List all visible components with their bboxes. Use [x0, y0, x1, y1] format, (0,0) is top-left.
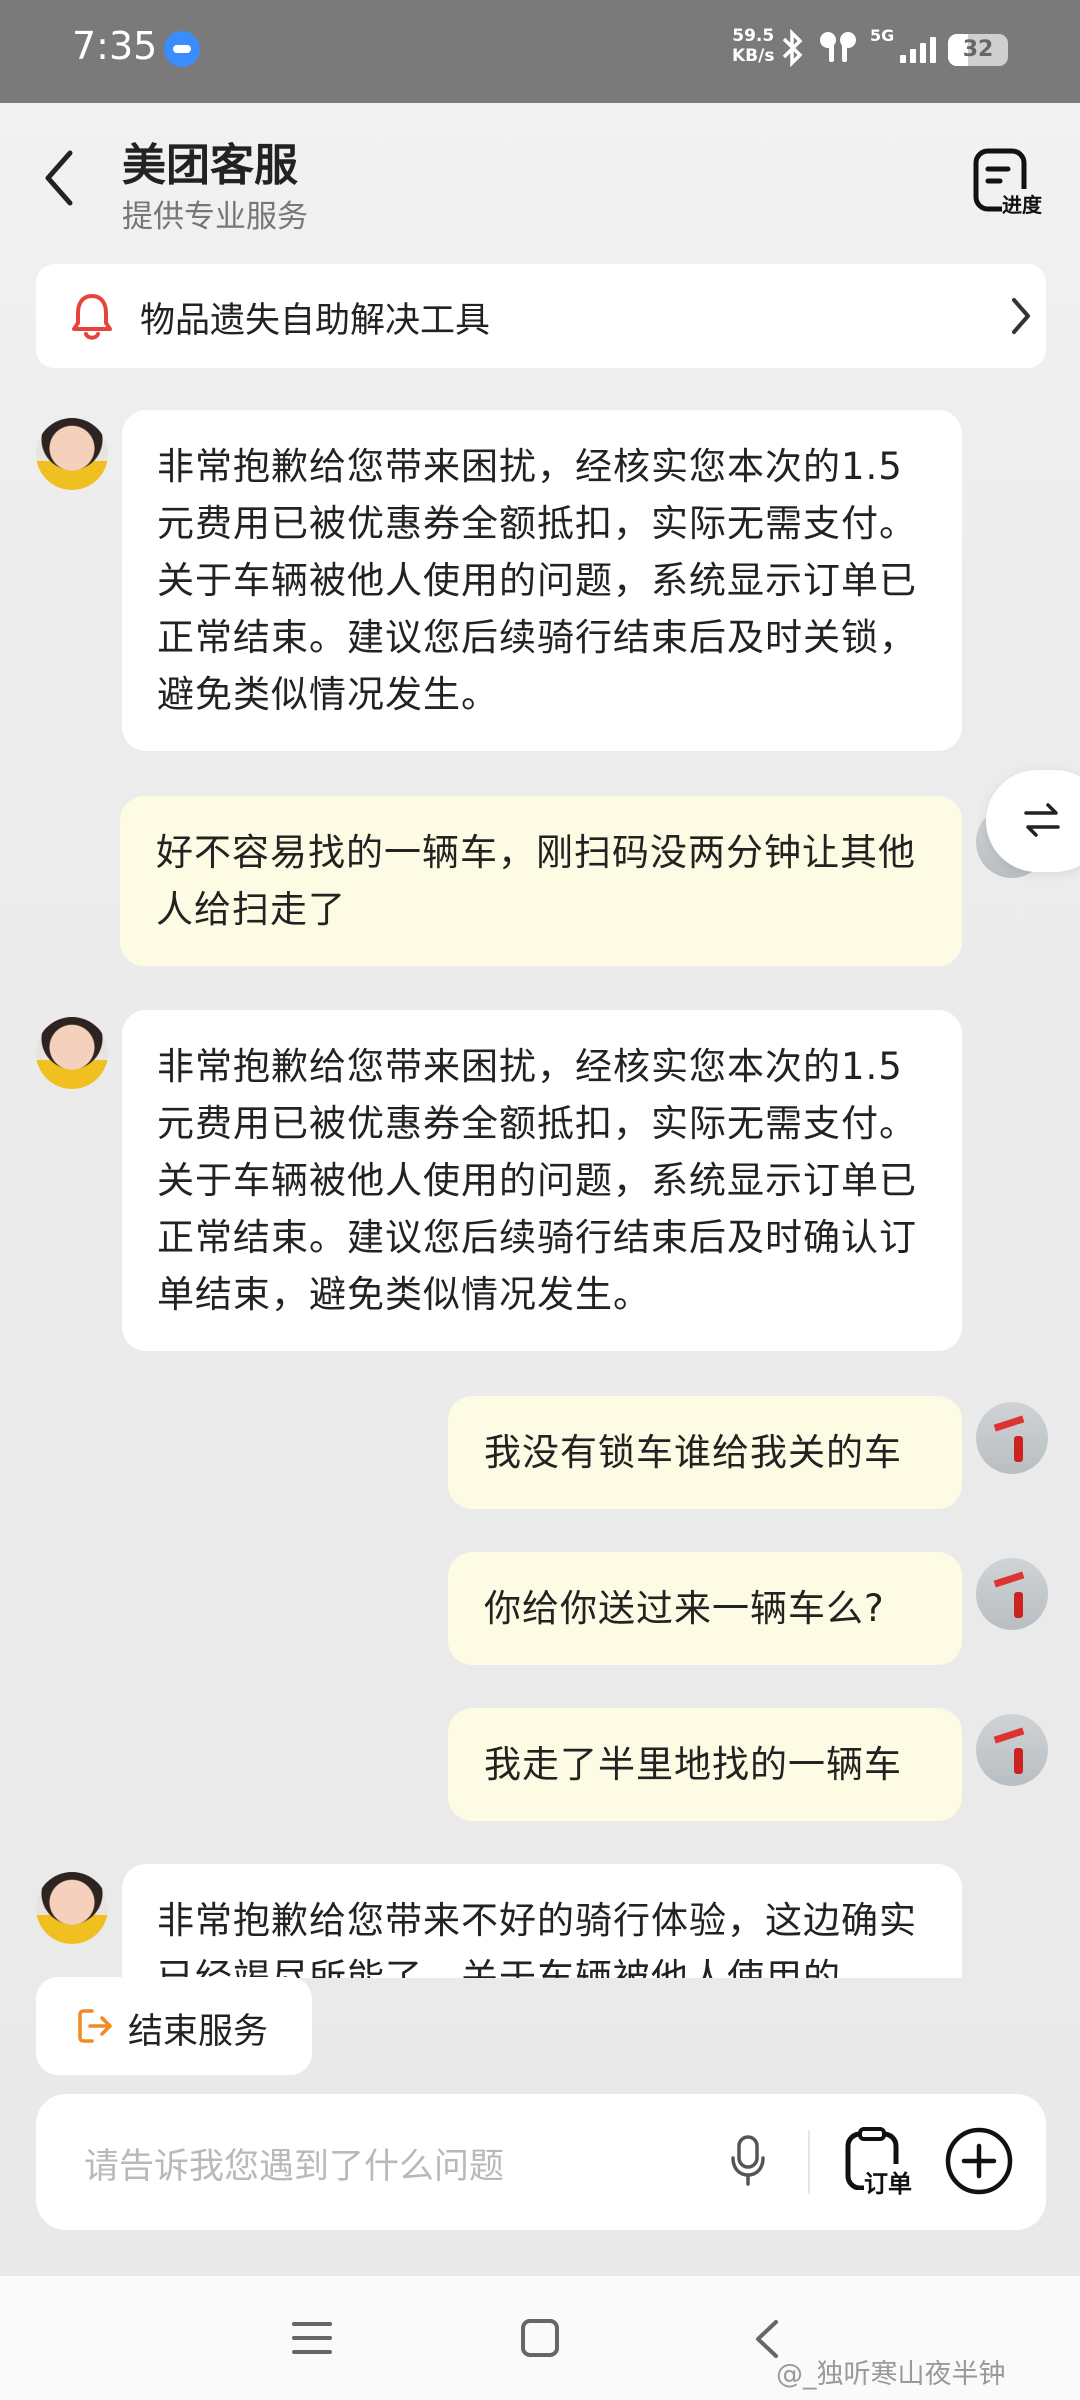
agent-message: 非常抱歉给您带来困扰，经核实您本次的1.5元费用已被优惠券全额抵扣，实际无需支付…	[122, 410, 962, 751]
divider	[808, 2130, 810, 2194]
agent-avatar	[36, 1872, 108, 1944]
agent-avatar	[36, 418, 108, 490]
screen: 7:35 59.5 KB/s 5G 32 美团客服 提供专业服务 进度 物品遗失…	[0, 0, 1080, 2400]
user-avatar	[976, 1714, 1048, 1786]
switch-button[interactable]	[986, 770, 1080, 872]
exit-icon	[78, 2009, 112, 2043]
watermark: @_独听寒山夜半钟	[776, 2359, 1006, 2390]
message-input-bar: 请告诉我您遇到了什么问题 订单	[36, 2094, 1046, 2230]
home-square-icon[interactable]	[520, 2318, 560, 2358]
end-service-button[interactable]: 结束服务	[36, 1977, 312, 2075]
agent-message: 非常抱歉给您带来不好的骑行体验，这边确实已经竭尽所能了，关于车辆被他人使用的	[122, 1864, 962, 1978]
order-label: 订单	[864, 2164, 912, 2199]
end-service-label: 结束服务	[128, 2012, 269, 2052]
user-message: 我走了半里地找的一辆车	[448, 1708, 962, 1821]
user-avatar	[976, 1402, 1048, 1474]
user-message: 我没有锁车谁给我关的车	[448, 1396, 962, 1509]
order-button[interactable]: 订单	[842, 2126, 922, 2202]
user-message: 你给你送过来一辆车么?	[448, 1552, 962, 1665]
agent-message: 非常抱歉给您带来困扰，经核实您本次的1.5元费用已被优惠券全额抵扣，实际无需支付…	[122, 1010, 962, 1351]
user-avatar	[976, 1558, 1048, 1630]
message-input[interactable]: 请告诉我您遇到了什么问题	[84, 2138, 504, 2189]
agent-avatar	[36, 1017, 108, 1089]
plus-icon[interactable]	[944, 2126, 1014, 2196]
swap-arrows-icon	[1024, 803, 1060, 837]
microphone-icon[interactable]	[730, 2134, 766, 2188]
user-message: 好不容易找的一辆车，刚扫码没两分钟让其他人给扫走了	[120, 796, 962, 966]
menu-icon[interactable]	[292, 2320, 332, 2356]
chat-list[interactable]: 非常抱歉给您带来困扰，经核实您本次的1.5元费用已被优惠券全额抵扣，实际无需支付…	[0, 0, 1080, 1978]
